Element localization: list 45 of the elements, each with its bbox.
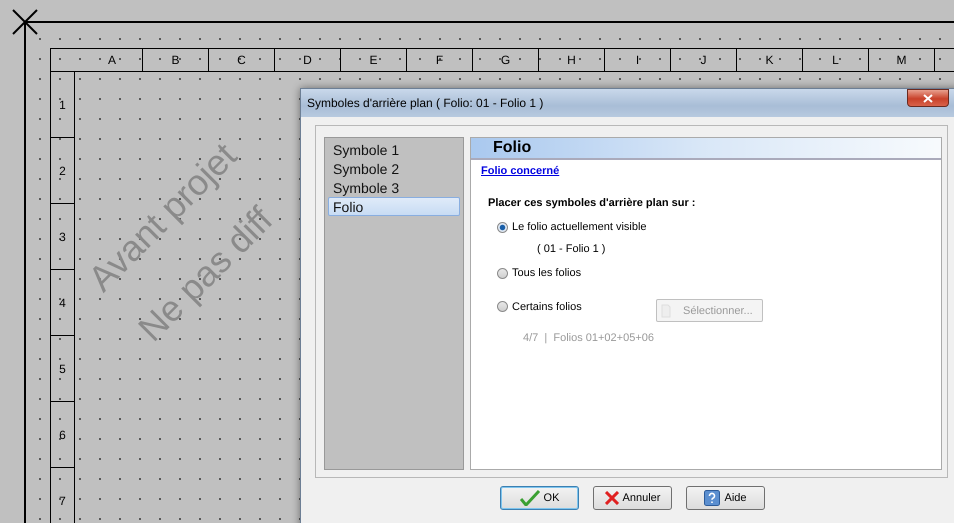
sidebar-item[interactable]: Symbole 1 <box>328 140 460 159</box>
close-button[interactable] <box>907 89 949 107</box>
row-header: 5 <box>51 336 74 402</box>
option-detail: ( 01 - Folio 1 ) <box>537 243 606 255</box>
column-header: F <box>407 49 473 71</box>
row-header: 4 <box>51 270 74 336</box>
column-header: E <box>341 49 407 71</box>
sidebar-item[interactable]: Symbole 3 <box>328 178 460 197</box>
column-header: J <box>671 49 737 71</box>
row-header: 2 <box>51 138 74 204</box>
window-title: Symboles d'arrière plan ( Folio: 01 - Folio 1 ) <box>307 96 544 110</box>
row-header: 7 <box>51 468 74 523</box>
column-header: L <box>803 49 869 71</box>
question-label: Placer ces symboles d'arrière plan sur : <box>488 197 696 209</box>
radio-label: Certains folios <box>512 300 583 312</box>
help-button[interactable]: Aide <box>686 486 765 510</box>
column-header: C <box>209 49 275 71</box>
panel-heading: Folio <box>471 138 941 160</box>
column-header: H <box>539 49 605 71</box>
column-header: K <box>737 49 803 71</box>
sidebar-item[interactable]: Symbole 2 <box>328 159 460 178</box>
close-icon <box>604 491 619 505</box>
column-header: M <box>869 49 935 71</box>
help-icon <box>704 490 720 506</box>
option-detail: 4/7 | Folios 01+02+05+06 <box>523 332 655 344</box>
close-icon <box>923 94 933 102</box>
section-link[interactable]: Folio concerné <box>481 165 560 177</box>
checkmark-icon <box>520 490 540 506</box>
cross-icon <box>12 9 38 35</box>
row-header: 3 <box>51 204 74 270</box>
row-header: 1 <box>51 72 74 138</box>
column-header: D <box>275 49 341 71</box>
radio-button[interactable] <box>497 222 508 232</box>
radio-label: Le folio actuellement visible <box>512 221 648 233</box>
column-header: B <box>143 49 209 71</box>
radio-label: Tous les folios <box>512 267 582 279</box>
row-header: 6 <box>51 402 74 468</box>
column-header: I <box>605 49 671 71</box>
column-header: G <box>473 49 539 71</box>
radio-button[interactable] <box>497 268 508 278</box>
column-header: A <box>51 49 143 71</box>
sidebar-item[interactable]: Folio <box>328 197 460 216</box>
ok-button[interactable]: OK <box>500 486 579 510</box>
radio-button[interactable] <box>497 301 508 312</box>
cancel-button[interactable]: Annuler <box>593 486 672 510</box>
